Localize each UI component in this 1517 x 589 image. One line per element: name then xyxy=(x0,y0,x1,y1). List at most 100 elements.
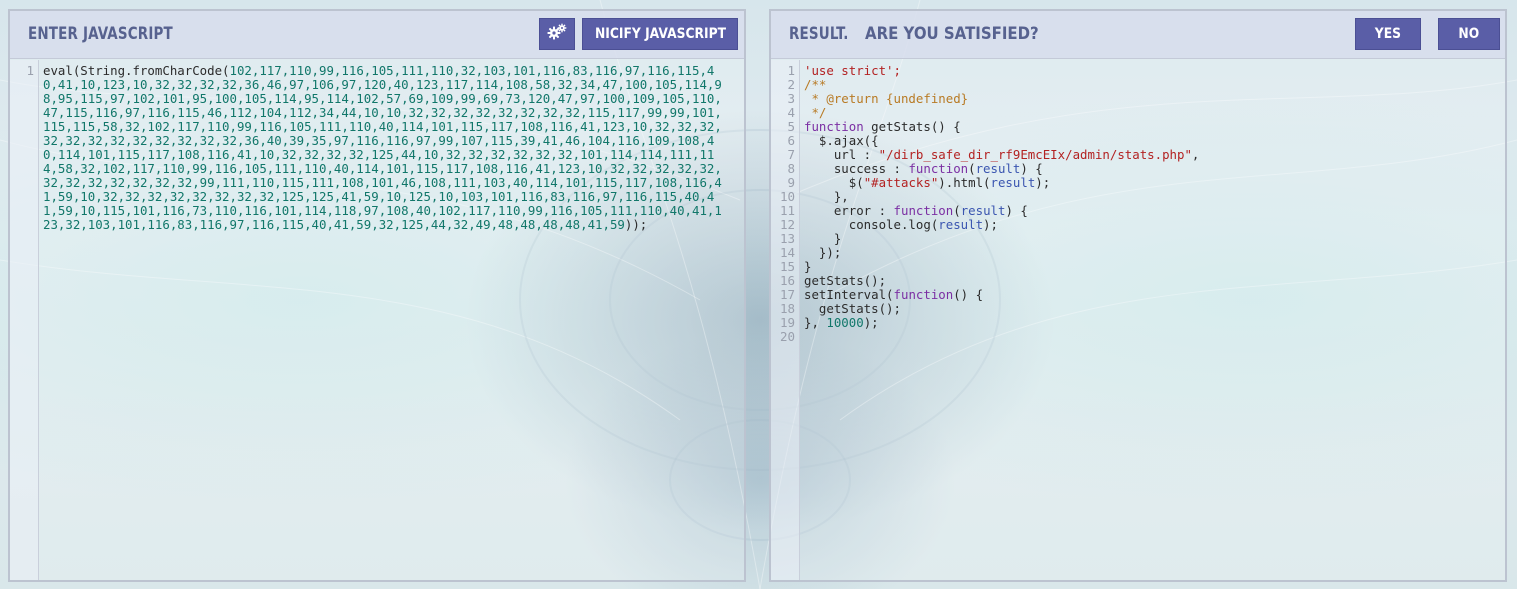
code-line: $.ajax({ xyxy=(804,134,1493,148)
code-token: () { xyxy=(953,287,984,302)
line-number: 17 xyxy=(779,287,795,302)
code-token: 10000 xyxy=(826,315,864,330)
code-token: result xyxy=(975,161,1021,176)
code-token: function xyxy=(893,203,954,218)
code-token: * @return {undefined} xyxy=(804,91,969,106)
result-panel-header: RESULT. ARE YOU SATISFIED? YES NO xyxy=(771,11,1505,59)
line-number: 18 xyxy=(779,301,795,316)
code-token: function xyxy=(893,287,954,302)
code-token: $.ajax({ xyxy=(804,133,879,148)
code-token: ) { xyxy=(1005,203,1028,218)
code-line: }, 10000); xyxy=(804,316,1493,330)
javascript-input-panel: ENTER JAVASCRIPT NICIFY JAVASCRIPT 1 eva… xyxy=(8,9,746,582)
nicify-button-label: NICIFY JAVASCRIPT xyxy=(594,26,726,42)
result-editor[interactable]: 1 2 3 4 5 6 7 8 9 10 11 12 13 14 15 16 17 18 19 20 'use str… xyxy=(771,60,1505,580)
line-number: 3 xyxy=(787,91,795,106)
code-token: ); xyxy=(983,217,998,232)
char-codes: 102,117,110,99,116,105,111,110,32,103,10… xyxy=(43,63,722,232)
code-token: result xyxy=(990,175,1036,190)
line-number: 6 xyxy=(787,133,795,148)
code-token: ); xyxy=(863,315,879,330)
line-number: 13 xyxy=(779,231,795,246)
code-line: } xyxy=(804,232,1493,246)
code-line: console.log(result); xyxy=(804,218,1493,232)
code-token: setInterval( xyxy=(804,287,894,302)
line-number: 16 xyxy=(779,273,795,288)
code-token: ( xyxy=(953,203,961,218)
line-number: 10 xyxy=(779,189,795,204)
result-panel: RESULT. ARE YOU SATISFIED? YES NO 123456… xyxy=(769,9,1507,582)
line-number: 2 xyxy=(787,77,795,92)
code-line: }); xyxy=(804,246,1493,260)
line-number: 15 xyxy=(779,259,795,274)
no-button[interactable]: NO xyxy=(1438,18,1500,50)
no-button-label: NO xyxy=(1458,26,1480,42)
code-token: result xyxy=(938,217,984,232)
code-line: error : function(result) { xyxy=(804,204,1493,218)
code-line: } xyxy=(804,260,1493,274)
yes-button[interactable]: YES xyxy=(1355,18,1421,50)
code-token: error : xyxy=(804,203,894,218)
result-code[interactable]: 'use strict';/** * @return {undefined} *… xyxy=(804,64,1493,344)
line-number: 5 xyxy=(787,119,795,134)
line-number: 4 xyxy=(787,105,795,120)
line-number: 11 xyxy=(779,203,795,218)
line-number: 1 xyxy=(787,63,795,78)
line-number: 8 xyxy=(787,161,795,176)
code-token: 'use strict'; xyxy=(804,63,901,78)
code-prefix: eval(String.fromCharCode( xyxy=(43,63,230,78)
code-line: $("#attacks").html(result); xyxy=(804,176,1493,190)
input-panel-header: ENTER JAVASCRIPT NICIFY JAVASCRIPT xyxy=(10,11,744,59)
code-token: } xyxy=(804,259,812,274)
code-line: * @return {undefined} xyxy=(804,92,1493,106)
code-line: /** xyxy=(804,78,1493,92)
javascript-input-editor[interactable]: 1 eval(String.fromCharCode(102,117,110,9… xyxy=(10,60,744,580)
code-token: "#attacks" xyxy=(863,175,939,190)
input-code[interactable]: eval(String.fromCharCode(102,117,110,99,… xyxy=(43,64,726,232)
code-token: ( xyxy=(968,161,976,176)
code-line: 'use strict'; xyxy=(804,64,1493,78)
code-token: success : xyxy=(804,161,909,176)
code-line: success : function(result) { xyxy=(804,162,1493,176)
line-number: 19 xyxy=(779,315,795,330)
code-token: /** xyxy=(804,77,827,92)
code-token: function xyxy=(804,119,864,134)
code-suffix: )); xyxy=(624,217,648,232)
code-line: url : "/dirb_safe_dir_rf9EmcEIx/admin/st… xyxy=(804,148,1493,162)
code-token: ).html( xyxy=(938,175,991,190)
code-token: }); xyxy=(804,245,842,260)
code-token: */ xyxy=(804,105,827,120)
nicify-javascript-button[interactable]: NICIFY JAVASCRIPT xyxy=(582,18,738,50)
code-token: }, xyxy=(804,189,849,204)
code-line: getStats(); xyxy=(804,274,1493,288)
code-line: */ xyxy=(804,106,1493,120)
code-token: console.log( xyxy=(804,217,939,232)
code-token: $( xyxy=(804,175,864,190)
code-token: }, xyxy=(804,315,827,330)
code-line: getStats(); xyxy=(804,302,1493,316)
result-line-gutter: 1 2 3 4 5 6 7 8 9 10 11 12 13 14 15 16 17 18 19 20 xyxy=(771,60,800,580)
line-number: 7 xyxy=(787,147,795,162)
code-token: , xyxy=(1191,147,1200,162)
input-line-gutter: 1 xyxy=(10,60,39,580)
code-token: ) { xyxy=(1020,161,1043,176)
code-token: ); xyxy=(1035,175,1051,190)
code-token: } xyxy=(804,231,842,246)
code-token: getStats() { xyxy=(863,119,961,134)
code-line: function getStats() { xyxy=(804,120,1493,134)
result-panel-subtitle: ARE YOU SATISFIED? xyxy=(865,24,1039,44)
code-token: function xyxy=(908,161,969,176)
yes-button-label: YES xyxy=(1374,26,1402,42)
code-line: }, xyxy=(804,190,1493,204)
result-panel-title: RESULT. xyxy=(789,24,849,44)
code-line: setInterval(function() { xyxy=(804,288,1493,302)
code-token: "/dirb_safe_dir_rf9EmcEIx/admin/stats.ph… xyxy=(878,147,1192,162)
line-number: 12 xyxy=(779,217,795,232)
code-token: url : xyxy=(804,147,879,162)
settings-button[interactable] xyxy=(539,18,575,50)
code-token: getStats(); xyxy=(804,301,901,316)
line-number: 20 xyxy=(779,329,795,344)
input-panel-title: ENTER JAVASCRIPT xyxy=(28,24,173,44)
code-token: result xyxy=(960,203,1006,218)
